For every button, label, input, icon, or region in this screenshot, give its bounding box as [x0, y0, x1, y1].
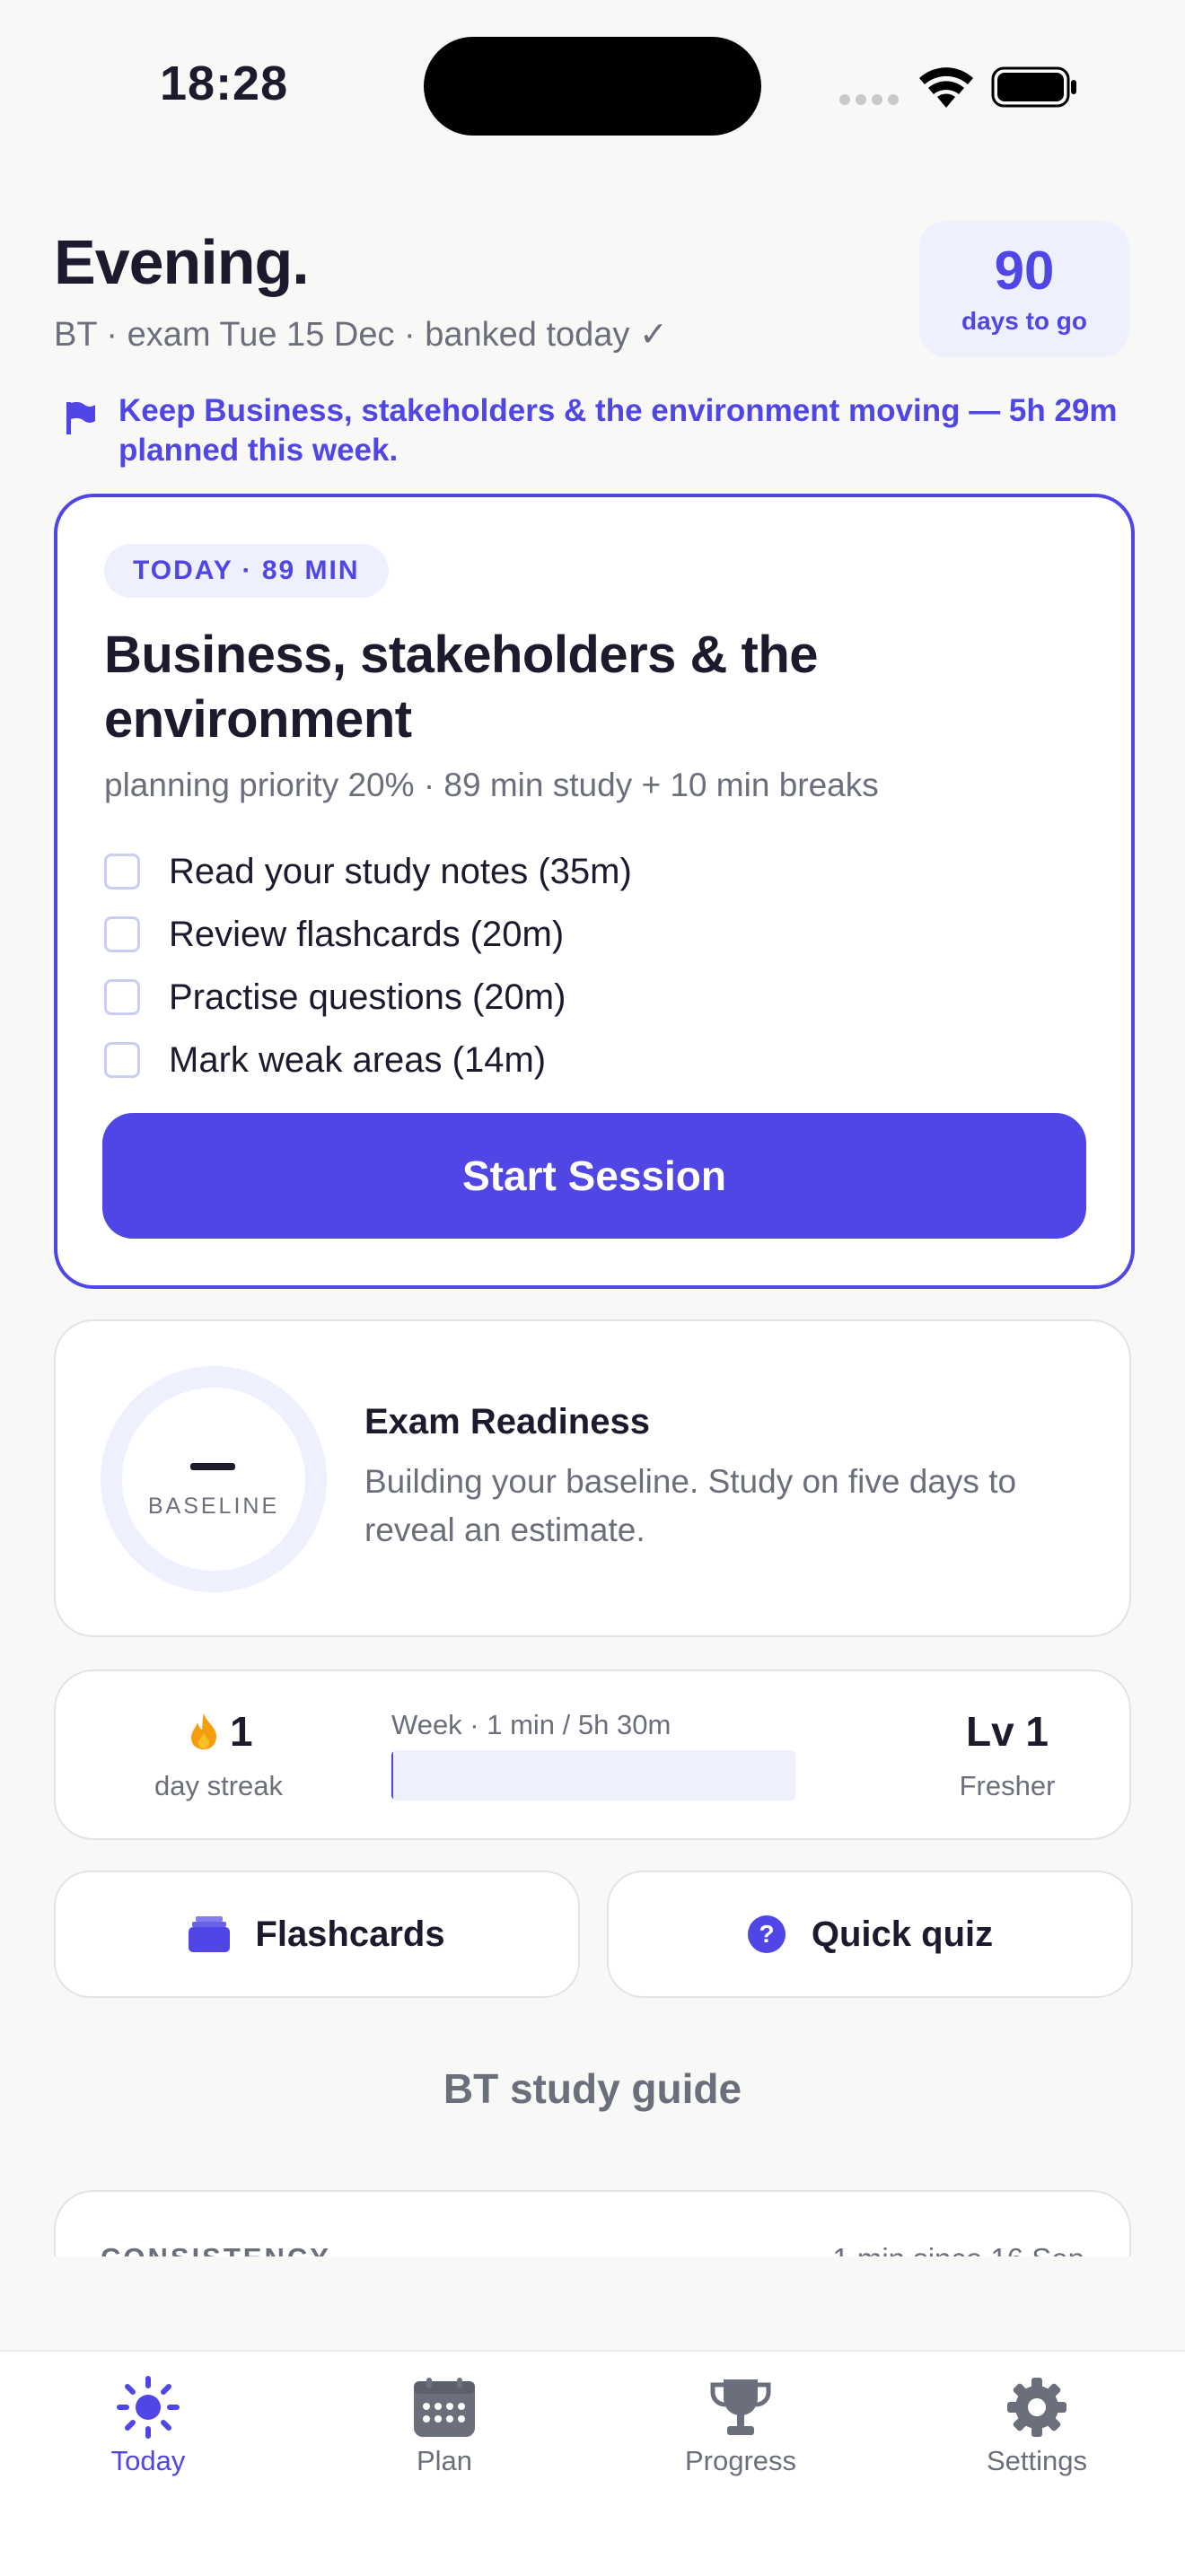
- calendar-icon: [414, 2378, 475, 2437]
- week-progress-bar: [391, 1750, 795, 1801]
- start-session-button[interactable]: Start Session: [102, 1113, 1086, 1239]
- task-checkbox[interactable]: [104, 854, 140, 889]
- readiness-body: Building your baseline. Study on five da…: [364, 1463, 1017, 1548]
- days-label: days to go: [961, 307, 1087, 335]
- flashcards-button[interactable]: Flashcards: [54, 1871, 580, 1998]
- days-to-go-badge: 90 days to go: [919, 221, 1129, 357]
- level-label: Fresher: [959, 1770, 1056, 1801]
- level-value: Lv 1: [965, 1708, 1049, 1755]
- tab-settings[interactable]: Settings: [929, 2371, 1145, 2477]
- tab-label: Today: [110, 2445, 186, 2476]
- task-item[interactable]: Review flashcards (20m): [104, 903, 632, 966]
- tab-label: Settings: [986, 2445, 1087, 2476]
- study-guide-title: BT study guide: [443, 2065, 742, 2112]
- task-label: Review flashcards (20m): [169, 914, 565, 954]
- goal-text: Keep Business, stakeholders & the enviro…: [118, 393, 1118, 468]
- readiness-ring-label: BASELINE: [147, 1494, 280, 1519]
- quick-quiz-label: Quick quiz: [811, 1914, 994, 1954]
- task-label: Mark weak areas (14m): [169, 1039, 547, 1080]
- cellular-signal-icon: [839, 93, 904, 110]
- greeting-title: Evening.: [54, 227, 310, 297]
- gear-icon: [1007, 2378, 1066, 2437]
- stats-card: 1 day streak Week · 1 min / 5h 30m Lv 1 …: [54, 1669, 1131, 1840]
- question-circle-icon: ?: [747, 1915, 786, 1953]
- topic-subtitle: planning priority 20% · 89 min study + 1…: [104, 767, 879, 803]
- sun-icon: [117, 2376, 180, 2439]
- trophy-icon: [710, 2379, 771, 2435]
- cards-stack-icon: [189, 1916, 231, 1952]
- tab-today[interactable]: Today: [40, 2371, 256, 2477]
- readiness-ring: [101, 1366, 327, 1592]
- task-item[interactable]: Read your study notes (35m): [104, 840, 632, 903]
- flag-icon: [66, 401, 95, 434]
- tab-label: Progress: [684, 2445, 797, 2476]
- streak-value: 1: [189, 1707, 253, 1756]
- battery-icon: [991, 66, 1076, 108]
- svg-text:?: ?: [759, 1920, 774, 1948]
- wifi-icon: [919, 67, 973, 108]
- task-checkbox[interactable]: [104, 916, 140, 952]
- task-list: Read your study notes (35m) Review flash…: [104, 840, 632, 1091]
- exam-readiness-card[interactable]: BASELINE Exam Readiness Building your ba…: [54, 1319, 1131, 1637]
- readiness-value: [190, 1463, 235, 1470]
- days-count: 90: [994, 241, 1055, 301]
- flame-icon: [191, 1713, 217, 1749]
- task-item[interactable]: Practise questions (20m): [104, 966, 632, 1029]
- scroll-fade: [0, 2256, 1185, 2350]
- task-item[interactable]: Mark weak areas (14m): [104, 1029, 632, 1091]
- task-checkbox[interactable]: [104, 1042, 140, 1078]
- tab-bar: Today Plan Progress Settings: [0, 2350, 1185, 2576]
- week-progress-fill: [391, 1750, 393, 1801]
- streak-label: day streak: [154, 1770, 284, 1801]
- task-checkbox[interactable]: [104, 979, 140, 1015]
- dynamic-island: [424, 37, 761, 136]
- today-duration-pill: TODAY · 89 MIN: [104, 544, 389, 598]
- quick-quiz-button[interactable]: ? Quick quiz: [607, 1871, 1133, 1998]
- readiness-title: Exam Readiness: [364, 1402, 650, 1441]
- status-time: 18:28: [160, 57, 289, 110]
- today-session-card: TODAY · 89 MIN Business, stakeholders & …: [54, 494, 1135, 1289]
- topic-title: Business, stakeholders & the environment: [104, 626, 819, 749]
- task-label: Read your study notes (35m): [169, 851, 632, 891]
- flashcards-label: Flashcards: [255, 1914, 445, 1954]
- week-progress-label: Week · 1 min / 5h 30m: [391, 1709, 672, 1740]
- task-label: Practise questions (20m): [169, 977, 566, 1017]
- tab-label: Plan: [416, 2445, 473, 2476]
- tab-plan[interactable]: Plan: [337, 2371, 552, 2477]
- streak-count: 1: [230, 1708, 253, 1755]
- exam-subline: BT · exam Tue 15 Dec · banked today ✓: [54, 316, 668, 354]
- tab-progress[interactable]: Progress: [633, 2371, 848, 2477]
